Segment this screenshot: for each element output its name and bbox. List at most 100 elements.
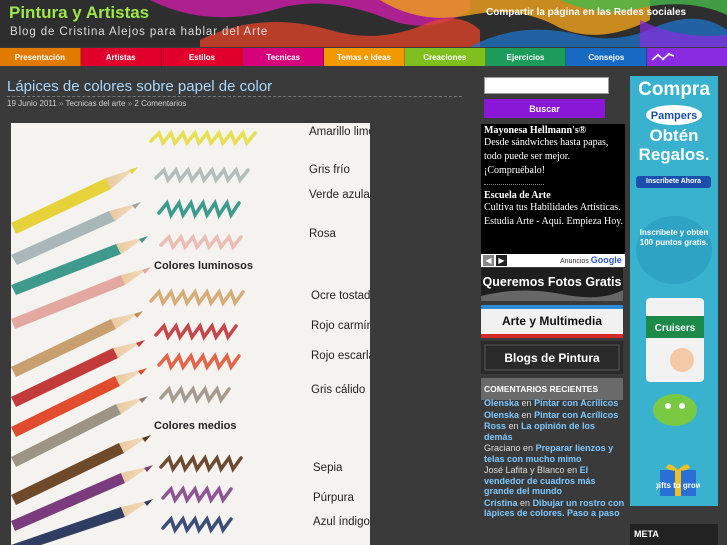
label-ocre: Ocre tostado	[311, 290, 370, 302]
ad-title[interactable]: Escuela de Arte	[481, 190, 625, 201]
comment-connector: en	[567, 465, 578, 475]
main-content: Lápices de colores sobre papel de color …	[0, 66, 477, 545]
recent-comments-heading: COMENTARIOS RECIENTES	[481, 378, 623, 400]
gift-box-icon: gifts to grow	[656, 464, 700, 496]
ads-label-prefix: Anuncios	[560, 258, 589, 265]
recent-comments-list: Olenska en Pintar con Acrílicos Olenska …	[484, 398, 626, 520]
site-title[interactable]: Pintura y Artistas	[9, 3, 149, 23]
label-colores-medios: Colores medios	[154, 420, 237, 432]
ad-headline: Compra	[638, 79, 710, 100]
comment-post-link[interactable]: Pintar con Acrílicos	[534, 398, 618, 408]
ad-text: Cultiva tus Habilidades Artísticas. Estu…	[484, 202, 624, 227]
nav-item-ejercicios[interactable]: Ejercicios	[485, 48, 567, 66]
search-button[interactable]: Buscar	[484, 99, 605, 118]
nav-item-label: Temas e ideas	[336, 52, 392, 62]
list-item: Graciano en Preparar lienzos y telas con…	[484, 443, 626, 464]
label-gris-frio: Gris frío	[309, 164, 350, 176]
main-nav: Presentación Artistas Estilos Tecnicas T…	[0, 48, 727, 66]
post-title[interactable]: Lápices de colores sobre papel de color	[7, 78, 272, 95]
nav-item-artistas[interactable]: Artistas	[80, 48, 162, 66]
ad-title[interactable]: Mayonesa Hellmann's®	[481, 125, 625, 136]
label-amarillo: Amarillo limón	[309, 126, 370, 138]
list-item: José Lafita y Blanco en El vendedor de c…	[484, 465, 626, 497]
nav-item-label: Ejercicios	[506, 52, 545, 62]
baby-toy-icon	[653, 394, 697, 426]
nav-item-label: Consejos	[588, 52, 625, 62]
nav-item-label: Creaciones	[423, 52, 467, 62]
nav-item-label: Tecnicas	[266, 52, 301, 62]
colored-pencils-illustration: Amarillo limón Gris frío Verde azulado R…	[11, 126, 370, 545]
ads-label-brand: Google	[590, 255, 622, 265]
label-gris-calido: Gris cálido	[311, 384, 365, 396]
meta-separator: »	[127, 99, 133, 108]
nav-extra-item[interactable]	[647, 48, 727, 66]
label-rojo-escarlata: Rojo escarlata	[311, 350, 370, 362]
label-rojo-carmin: Rojo carmín	[311, 320, 370, 332]
comment-connector: en	[508, 421, 519, 431]
comment-author-link[interactable]: Olenska	[484, 410, 519, 420]
points-badge: Inscríbete y obtén 100 puntos gratis.	[636, 216, 712, 284]
post-date: 19 Junio 2011	[7, 99, 57, 108]
ad-url-placeholder	[484, 184, 544, 185]
post-meta: 19 Junio 2011 » Tecnicas del arte » 2 Co…	[7, 99, 186, 108]
list-item: Olenska en Pintar con Acrílicos	[484, 410, 626, 421]
site-header: Pintura y Artistas Blog de Cristina Alej…	[0, 0, 727, 47]
prev-arrow-icon[interactable]: ◀	[483, 255, 494, 266]
label-azul-indigo: Azul índigo	[313, 516, 370, 528]
banner-label: Blogs de Pintura	[504, 351, 600, 365]
page: Pintura y Artistas Blog de Cristina Alej…	[0, 0, 727, 545]
inscribete-button[interactable]: Inscríbete Ahora	[636, 176, 711, 188]
nav-item-label: Presentación	[14, 52, 66, 62]
post-category-link[interactable]: Tecnicas del arte	[65, 99, 125, 108]
ad-unit[interactable]: Mayonesa Hellmann's® Desde sándwiches ha…	[481, 125, 625, 178]
ads-by-google-label[interactable]: Anuncios Google	[560, 255, 622, 265]
comment-post-link[interactable]: Pintar con Acrílicos	[534, 410, 618, 420]
label-rosa: Rosa	[309, 228, 336, 240]
banner-arte-multimedia[interactable]: Arte y Multimedia	[481, 305, 623, 338]
pencil-group	[11, 167, 153, 545]
post-comments-link[interactable]: 2 Comentarios	[134, 99, 186, 108]
meta-heading: META	[630, 524, 718, 545]
label-verde: Verde azulado	[309, 189, 370, 201]
label-sepia: Sepia	[313, 462, 343, 474]
ad-footer: ◀ ▶ Anuncios Google	[481, 254, 625, 267]
comment-author: José Lafita y Blanco	[484, 465, 565, 475]
banner-blogs-pintura[interactable]: Blogs de Pintura	[481, 341, 623, 374]
list-item: Olenska en Pintar con Acrílicos	[484, 398, 626, 409]
cruisers-pack-icon: Cruisers	[646, 298, 704, 382]
title-divider	[7, 96, 462, 97]
share-social-link[interactable]: Compartir la página en las Redes sociale…	[486, 7, 686, 18]
nav-item-creaciones[interactable]: Creaciones	[404, 48, 486, 66]
post-image-colored-pencils: Amarillo limón Gris frío Verde azulado R…	[11, 123, 370, 545]
nav-item-tecnicas[interactable]: Tecnicas	[243, 48, 325, 66]
pampers-logo-icon: Pampers	[646, 105, 702, 125]
nav-item-label: Artistas	[105, 52, 136, 62]
ad-offer: Obtén Regalos.	[638, 126, 710, 164]
nav-item-estilos[interactable]: Estilos	[161, 48, 244, 66]
nav-item-consejos[interactable]: Consejos	[566, 48, 648, 66]
banner-queremos-fotos[interactable]: Queremos Fotos Gratis	[481, 268, 623, 301]
ad-unit[interactable]: Escuela de Arte Cultiva tus Habilidades …	[481, 190, 625, 229]
comment-author-link[interactable]: Olenska	[484, 398, 519, 408]
pampers-ad[interactable]: Compra Pampers Obtén Regalos. Inscríbete…	[630, 76, 718, 506]
nav-item-label: Estilos	[188, 52, 216, 62]
gifts-label: gifts to grow	[656, 481, 700, 490]
comment-connector: en	[521, 409, 532, 420]
google-ads-box: Mayonesa Hellmann's® Desde sándwiches ha…	[481, 124, 625, 267]
banner-label: Queremos Fotos Gratis	[482, 275, 622, 289]
nav-item-presentacion[interactable]: Presentación	[0, 48, 81, 66]
pampers-brand: Pampers	[651, 110, 697, 122]
color-swatch-strokes	[149, 129, 257, 534]
comment-connector: en	[521, 398, 532, 408]
comment-connector: en	[523, 443, 534, 453]
cruisers-label: Cruisers	[655, 323, 696, 334]
trend-icon	[651, 52, 675, 61]
comment-author-link[interactable]: Cristina	[484, 498, 518, 508]
ad-text: Desde sándwiches hasta papas, todo puede…	[484, 137, 609, 176]
search-input[interactable]	[484, 77, 609, 94]
comment-author-link[interactable]: Ross	[484, 421, 506, 431]
nav-item-temas[interactable]: Temas e ideas	[324, 48, 405, 66]
comment-connector: en	[520, 497, 531, 508]
comment-author: Graciano	[484, 443, 521, 453]
next-arrow-icon[interactable]: ▶	[496, 255, 507, 266]
